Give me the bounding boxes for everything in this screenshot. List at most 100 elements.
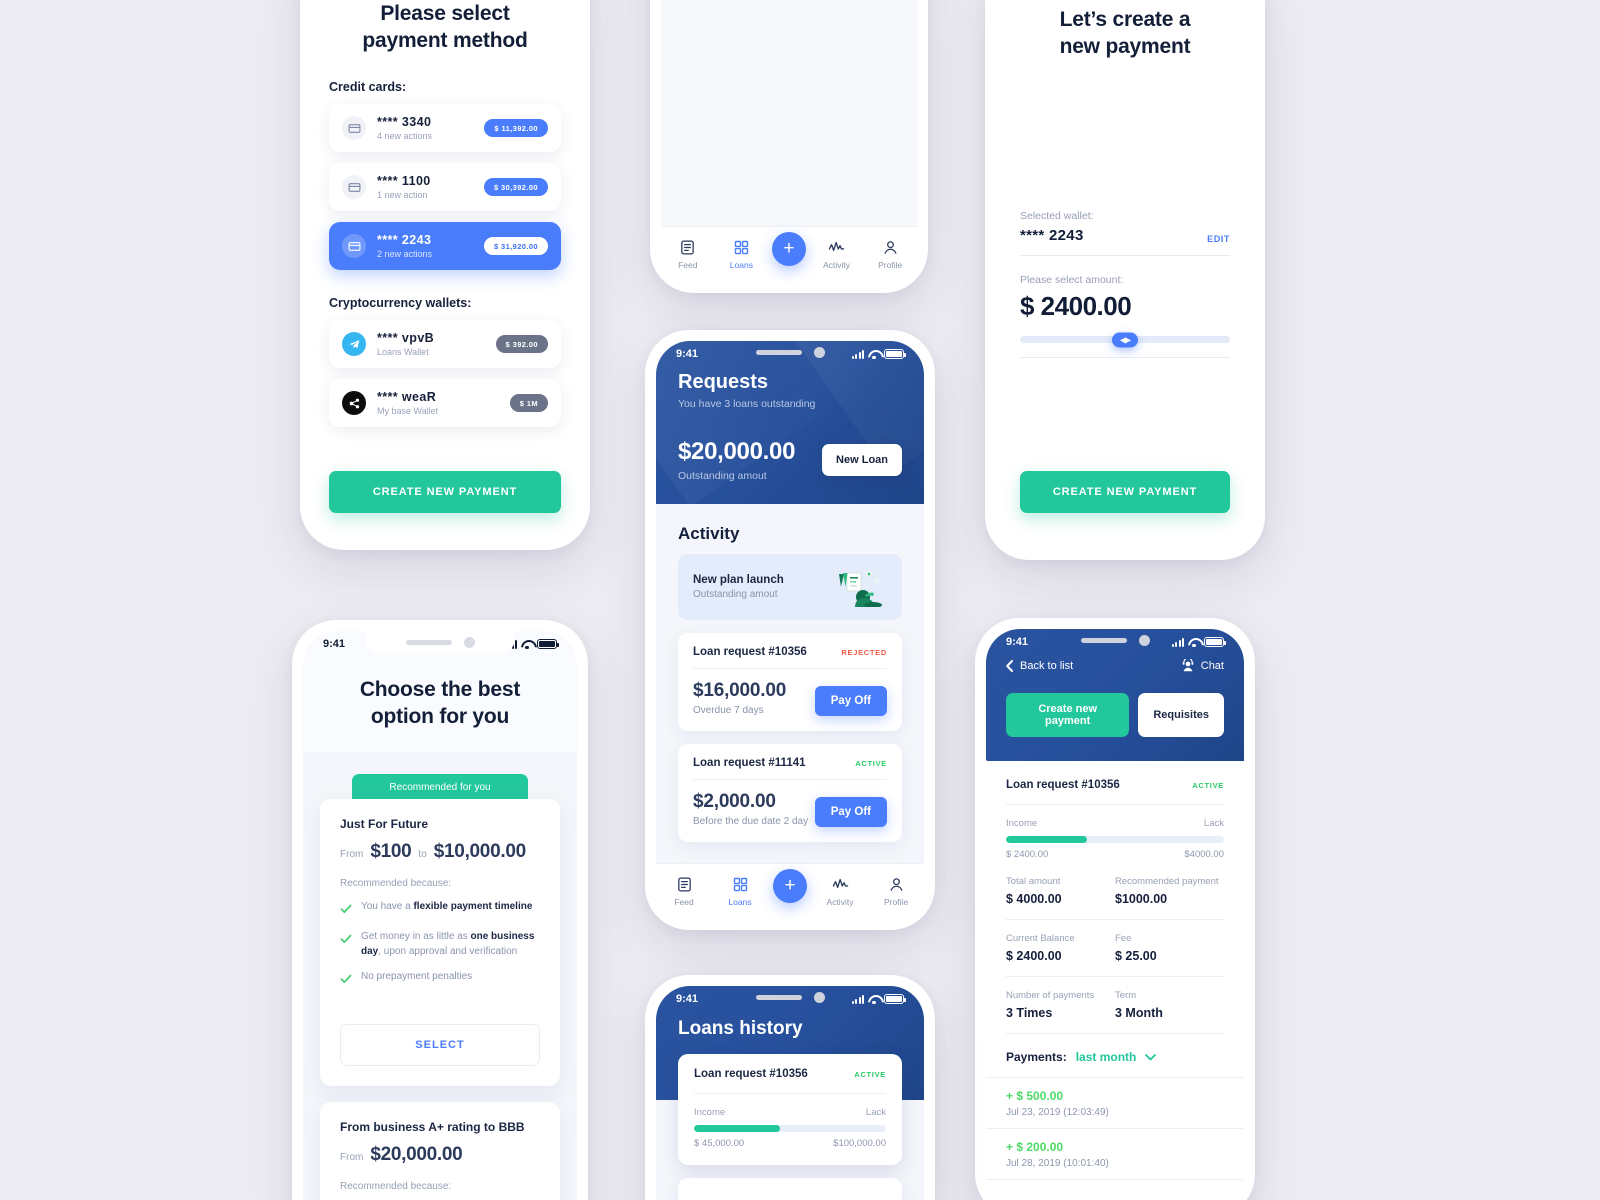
status-badge: ACTIVE: [1192, 780, 1224, 790]
grid-icon: [733, 877, 747, 892]
detail-field-row: Total amount $ 4000.00 Recommended payme…: [1006, 876, 1224, 906]
loan-amount: $2,000.00: [693, 791, 776, 812]
page-title-line1: Choose the best: [359, 678, 521, 701]
amount-slider[interactable]: ◀▶: [1020, 332, 1230, 348]
promo-subtitle: Outstanding amout: [693, 589, 778, 600]
reason-plain: Get money in as little as: [361, 931, 471, 943]
tab-loans-label: Loans: [729, 260, 753, 270]
loan-request-card[interactable]: Loan request #11141 ACTIVE $2,000.00 Bef…: [678, 744, 902, 842]
loans-history-card[interactable]: Loan request #10356 ACTIVE Income Lack $…: [678, 1054, 902, 1165]
field-value: $1000.00: [1115, 892, 1168, 906]
tab-profile[interactable]: Profile: [873, 876, 919, 907]
new-loan-button[interactable]: New Loan: [822, 444, 902, 476]
add-button[interactable]: +: [771, 231, 806, 266]
selected-wallet-block: Selected wallet: **** 2243: [1020, 210, 1094, 244]
credit-cards-label: Credit cards:: [329, 80, 407, 95]
battery-icon: [884, 994, 906, 1004]
tab-activity-label: Activity: [826, 897, 854, 907]
loan-note: Before the due date 2 day: [693, 816, 809, 827]
loans-history-card-next[interactable]: [678, 1178, 902, 1200]
divider: [693, 668, 887, 669]
wallet-option[interactable]: **** vpvB Loans Wallet $ 392.00: [329, 320, 561, 369]
edit-wallet-link[interactable]: EDIT: [1207, 234, 1230, 244]
payment-list-item: + $ 200.00 Jul 28, 2019 (10:01:40): [986, 1128, 1244, 1179]
status-badge: ACTIVE: [855, 758, 887, 768]
back-label: Back to list: [1020, 660, 1074, 672]
tab-feed[interactable]: Feed: [665, 239, 711, 270]
divider: [1020, 357, 1230, 359]
loan-amount-block: $2,000.00 Before the due date 2 day: [693, 791, 808, 827]
requests-amount-row: $20,000.00 Outstanding amout New Loan: [678, 438, 902, 482]
reason-text: No prepayment penalties: [361, 970, 472, 989]
field-value: $ 2400.00: [1006, 949, 1062, 963]
tab-feed[interactable]: Feed: [661, 876, 707, 907]
progress-labels: Income Lack: [1006, 818, 1224, 829]
chat-button[interactable]: Chat: [1181, 659, 1224, 673]
screen-loan-detail: 9:41 Back to list Chat Create new paymen…: [986, 629, 1244, 1200]
tab-activity[interactable]: Activity: [814, 239, 860, 270]
pay-off-button[interactable]: Pay Off: [814, 797, 887, 827]
select-button[interactable]: SELECT: [340, 1023, 540, 1066]
status-time: 9:41: [1006, 636, 1029, 648]
payment-card-option-selected[interactable]: **** 2243 2 new actions $ 31,920.00: [329, 222, 561, 271]
page-title-line2: option for you: [370, 704, 510, 728]
payment-card-option[interactable]: **** 1100 1 new action $ 30,392.00: [329, 163, 561, 212]
page-title: Please select payment method: [329, 1, 561, 54]
field-value: 3 Month: [1115, 1006, 1163, 1020]
selected-wallet-row[interactable]: Selected wallet: **** 2243 EDIT: [1020, 210, 1230, 244]
detail-field-row: Number of payments 3 Times Term 3 Month: [1006, 990, 1224, 1020]
phone-payment-method: Please select payment method Credit card…: [300, 0, 590, 550]
card-number: **** 3340: [377, 115, 432, 130]
phone-notch: [1040, 629, 1190, 651]
divider: [986, 1179, 1244, 1180]
create-new-payment-button[interactable]: Create new payment: [1006, 693, 1130, 737]
promo-card[interactable]: New plan launch Outstanding amout: [678, 554, 902, 620]
tab-profile[interactable]: Profile: [867, 239, 913, 270]
loan-request-card[interactable]: Loan request #10356 REJECTED $16,000.00 …: [678, 633, 902, 731]
from-value: $100: [370, 841, 412, 863]
payment-amount: + $ 200.00: [1006, 1140, 1064, 1154]
loan-detail-body: Loan request #10356 ACTIVE Income Lack $…: [986, 761, 1244, 1064]
card-subtitle: 1 new action: [377, 190, 428, 201]
payments-filter-value[interactable]: last month: [1076, 1050, 1137, 1064]
field-value: 3 Times: [1006, 1006, 1053, 1020]
requests-title: Requests: [678, 371, 769, 393]
payment-card-text: **** 1100 1 new action: [377, 174, 473, 200]
requisites-button[interactable]: Requisites: [1138, 693, 1224, 737]
back-to-list-button[interactable]: Back to list: [1006, 660, 1073, 672]
tab-loans[interactable]: Loans: [717, 876, 763, 907]
phone-create-payment: 9:41 Let’s create a new payment Selected…: [985, 0, 1265, 560]
add-button[interactable]: +: [773, 868, 807, 903]
promo-text: New plan launch Outstanding amout: [693, 574, 784, 600]
loan-card-body: $16,000.00 Overdue 7 days Pay Off: [693, 680, 887, 716]
selected-wallet-value: **** 2243: [1020, 227, 1084, 245]
support-agent-icon: [1182, 659, 1193, 672]
payment-list-item: + $ 500.00 Jul 23, 2019 (12:03:49): [986, 1077, 1244, 1128]
create-new-payment-button[interactable]: CREATE NEW PAYMENT: [329, 471, 561, 513]
tab-feed-label: Feed: [678, 260, 698, 270]
wallet-option[interactable]: **** weaR My base Wallet $ 1M: [329, 379, 561, 428]
wallet-amount-badge: $ 1M: [509, 394, 548, 413]
payment-card-option[interactable]: **** 3340 4 new actions $ 11,392.00: [329, 104, 561, 153]
pay-off-button[interactable]: Pay Off: [814, 686, 887, 716]
reason-item: You have a flexible payment timeline: [340, 900, 540, 919]
page-title-line2: payment method: [362, 28, 528, 52]
create-new-payment-button[interactable]: CREATE NEW PAYMENT: [1020, 471, 1230, 513]
field-label: Number of payments: [1006, 990, 1095, 1001]
wifi-icon: [868, 350, 880, 360]
from-value: $20,000.00: [370, 1143, 463, 1165]
payment-date: Jul 23, 2019 (12:03:49): [1006, 1107, 1109, 1118]
field-label: Total amount: [1006, 876, 1061, 887]
income-progress-fill: [1006, 836, 1087, 843]
chevron-down-icon[interactable]: [1145, 1053, 1157, 1061]
wallet-number: **** weaR: [377, 390, 437, 405]
phone-notch: [715, 341, 865, 363]
tab-loans[interactable]: Loans: [718, 239, 764, 270]
tab-activity-label: Activity: [823, 260, 851, 270]
loan-card-header: Loan request #11141 ACTIVE: [693, 757, 887, 769]
loan-offer-card: Just For Future From $100 to $10,000.00 …: [320, 799, 560, 1086]
slider-knob[interactable]: ◀▶: [1112, 332, 1138, 348]
tab-activity[interactable]: Activity: [817, 876, 863, 907]
credit-card-icon: [342, 116, 366, 141]
recommended-because-label: Recommended because:: [340, 878, 452, 890]
